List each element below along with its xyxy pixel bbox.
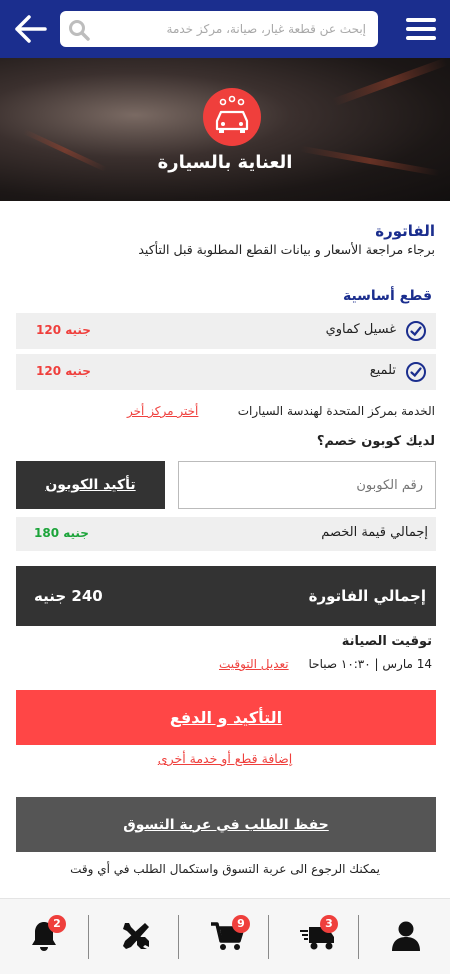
confirm-pay-button[interactable]: التأكيد و الدفع — [16, 690, 436, 745]
edit-time-link[interactable]: تعديل التوقيت — [219, 657, 289, 671]
part-price: 120 جنيه — [36, 364, 91, 378]
parts-heading: قطع أساسية — [342, 288, 432, 304]
list-item: تلميع 120 جنيه — [16, 354, 436, 390]
discount-row: إجمالي قيمة الخصم 180 جنيه — [16, 517, 436, 551]
cart-badge: 9 — [232, 915, 250, 933]
tab-delivery[interactable]: 3 — [270, 899, 360, 974]
search-bar — [60, 11, 378, 47]
top-bar — [0, 0, 450, 58]
search-input[interactable] — [94, 11, 372, 47]
maintenance-datetime: 14 مارس | ١٠:٣٠ صباحا — [308, 657, 432, 671]
notification-badge: 2 — [48, 915, 66, 933]
part-price: 120 جنيه — [36, 323, 91, 337]
total-value: 240 جنيه — [34, 587, 103, 605]
invoice-total-bar: إجمالي الفاتورة 240 جنيه — [16, 566, 436, 626]
tab-services[interactable] — [90, 899, 180, 974]
save-to-cart-button[interactable]: حفظ الطلب في عربة التسوق — [16, 797, 436, 852]
tab-cart[interactable]: 9 — [180, 899, 270, 974]
total-label: إجمالي الفاتورة — [308, 587, 426, 605]
search-icon[interactable] — [68, 19, 90, 41]
tab-profile[interactable] — [360, 899, 450, 974]
part-name: غسيل كماوي — [325, 322, 396, 337]
tools-icon — [123, 923, 149, 949]
user-icon — [392, 921, 420, 951]
check-circle-icon[interactable] — [406, 362, 426, 382]
menu-icon[interactable] — [404, 12, 438, 46]
coupon-input[interactable] — [178, 461, 436, 509]
cart-note: يمكنك الرجوع الى عربة التسوق واستكمال ال… — [70, 862, 380, 876]
change-center-link[interactable]: أختر مركز أخر — [127, 404, 198, 418]
service-center-text: الخدمة بمركز المتحدة لهندسة السيارات — [237, 404, 435, 418]
discount-label: إجمالي قيمة الخصم — [321, 525, 428, 540]
app-screen: العناية بالسيارة الفاتورة برجاء مراجعة ا… — [0, 0, 450, 974]
add-more-link[interactable]: إضافة قطع أو خدمة أخرى — [0, 751, 450, 766]
check-circle-icon[interactable] — [406, 321, 426, 341]
hero-title: العناية بالسيارة — [157, 152, 293, 173]
invoice-subtitle: برجاء مراجعة الأسعار و بيانات القطع المط… — [138, 242, 435, 257]
discount-value: 180 جنيه — [34, 526, 89, 540]
part-name: تلميع — [369, 363, 396, 378]
delivery-badge: 3 — [320, 915, 338, 933]
list-item: غسيل كماوي 120 جنيه — [16, 313, 436, 349]
hero-banner: العناية بالسيارة — [0, 58, 450, 201]
confirm-coupon-button[interactable]: تأكيد الكوبون — [16, 461, 165, 509]
car-wash-icon — [203, 88, 261, 146]
back-arrow-icon[interactable] — [14, 14, 48, 44]
tab-notifications[interactable]: 2 — [0, 899, 90, 974]
maintenance-title: توقيت الصيانة — [341, 634, 432, 649]
bottom-tab-bar: 2 9 3 — [0, 898, 450, 974]
coupon-question: لديك كوبون خصم؟ — [316, 434, 435, 449]
invoice-title: الفاتورة — [375, 222, 435, 240]
